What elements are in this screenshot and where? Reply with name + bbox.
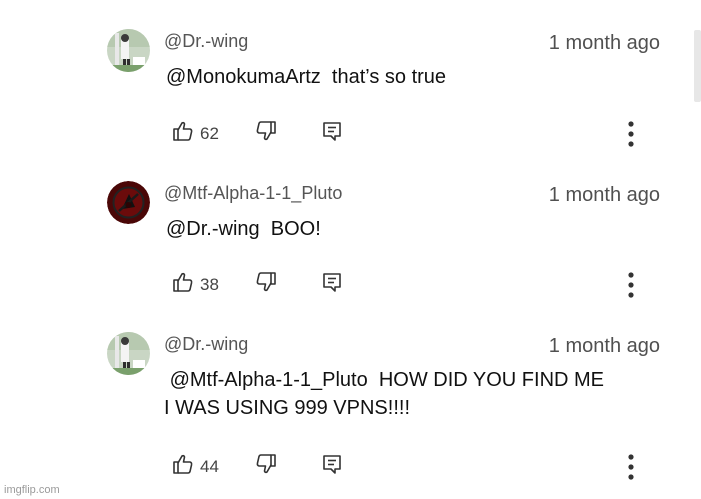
comment-author[interactable]: @Dr.-wing (164, 31, 248, 52)
comment-text: @Mtf-Alpha-1-1_Pluto HOW DID YOU FIND ME… (164, 369, 605, 419)
comment-actions: 44 (170, 453, 640, 480)
dislike-button[interactable] (255, 453, 277, 480)
comment-author[interactable]: @Mtf-Alpha-1-1_Pluto (164, 183, 342, 204)
like-button[interactable]: 44 (172, 453, 219, 480)
comment-actions: 38 (170, 271, 640, 298)
more-options-button[interactable] (626, 271, 636, 304)
dislike-button[interactable] (255, 271, 277, 298)
more-options-button[interactable] (626, 453, 636, 486)
like-button[interactable]: 62 (172, 120, 219, 147)
dislike-button[interactable] (255, 120, 277, 147)
reply-icon (321, 453, 343, 480)
more-vert-icon (626, 271, 636, 304)
watermark: imgflip.com (4, 484, 60, 496)
thumbs-down-icon (255, 453, 277, 480)
comment-timestamp[interactable]: 1 month ago (549, 335, 660, 358)
comment-text: @Dr.-wing BOO! (166, 218, 321, 240)
thumbs-down-icon (255, 271, 277, 298)
avatar[interactable] (107, 29, 150, 72)
comment-actions: 62 (170, 120, 640, 147)
like-count: 38 (200, 274, 219, 294)
reply-button[interactable] (321, 271, 343, 298)
comment-timestamp[interactable]: 1 month ago (549, 184, 660, 207)
comment-text: @MonokumaArtz that’s so true (166, 66, 447, 88)
reply-icon (321, 120, 343, 147)
reply-button[interactable] (321, 120, 343, 147)
comment-timestamp[interactable]: 1 month ago (549, 32, 660, 55)
more-vert-icon (626, 120, 636, 153)
like-count: 62 (200, 123, 219, 143)
like-count: 44 (200, 456, 219, 476)
comment-author[interactable]: @Dr.-wing (164, 334, 248, 355)
avatar[interactable] (107, 181, 150, 224)
reply-icon (321, 271, 343, 298)
like-button[interactable]: 38 (172, 271, 219, 298)
thumbs-down-icon (255, 120, 277, 147)
scrollbar[interactable] (694, 30, 701, 102)
avatar[interactable] (107, 332, 150, 375)
thumbs-up-icon (172, 453, 194, 480)
more-options-button[interactable] (626, 120, 636, 153)
reply-button[interactable] (321, 453, 343, 480)
more-vert-icon (626, 453, 636, 486)
thumbs-up-icon (172, 120, 194, 147)
thumbs-up-icon (172, 271, 194, 298)
